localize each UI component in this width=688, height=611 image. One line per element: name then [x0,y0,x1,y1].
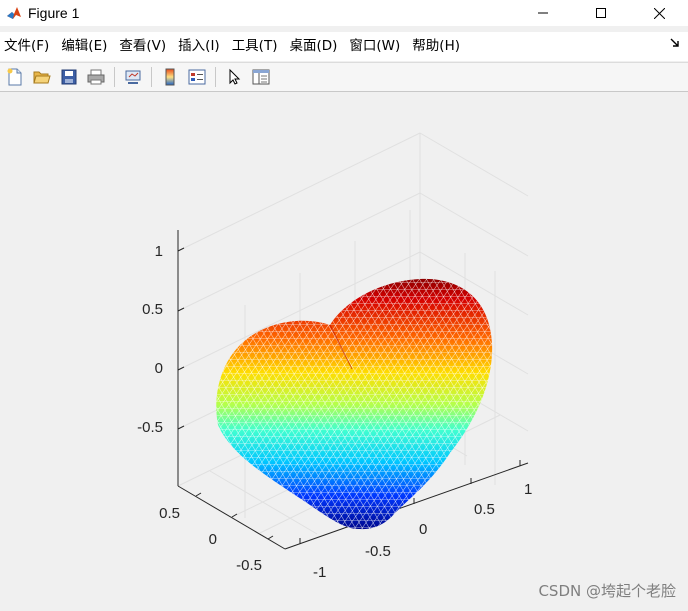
x-tick-label: -0.5 [365,543,391,560]
colorbar-icon [165,68,175,86]
menu-file[interactable]: 文件(F) [0,35,57,57]
new-figure-icon [7,68,22,86]
menu-edit[interactable]: 编辑(E) [57,35,115,57]
new-figure-button[interactable] [3,65,27,89]
link-plot-button[interactable] [121,65,145,89]
property-inspector-icon [252,69,270,85]
save-button[interactable] [57,65,81,89]
maximize-button[interactable] [572,0,630,26]
close-button[interactable] [630,0,688,26]
watermark-text: CSDN @垮起个老脸 [538,582,676,600]
close-icon [653,7,665,19]
colorbar-button[interactable] [158,65,182,89]
save-icon [61,69,77,85]
minimize-icon [538,12,548,14]
x-tick-label: 0 [419,521,427,538]
menu-help[interactable]: 帮助(H) [408,35,468,57]
pointer-icon [229,68,241,85]
axes-3d[interactable]: 1 0.5 0 -0.5 0.5 0 -0.5 1 0.5 0 -0.5 -1 [0,93,688,611]
window-title: Figure 1 [28,5,80,21]
dock-arrow-icon[interactable] [670,38,680,51]
menu-desktop[interactable]: 桌面(D) [285,35,345,57]
y-tick-label: -0.5 [236,557,262,574]
x-tick-label: 1 [524,481,532,498]
menu-view[interactable]: 查看(V) [115,35,174,57]
z-tick-label: -0.5 [137,419,163,436]
menu-bar: 文件(F) 编辑(E) 查看(V) 插入(I) 工具(T) 桌面(D) 窗口(W… [0,32,688,61]
legend-icon [188,69,206,85]
figure-canvas[interactable]: 1 0.5 0 -0.5 0.5 0 -0.5 1 0.5 0 -0.5 -1 … [0,93,688,611]
menu-insert[interactable]: 插入(I) [174,35,228,57]
title-bar: Figure 1 [0,0,688,26]
x-tick-label: 0.5 [474,501,495,518]
open-file-button[interactable] [30,65,54,89]
z-tick-label: 0.5 [142,301,163,318]
minimize-button[interactable] [514,0,572,26]
toolbar-separator [151,67,152,87]
z-tick-label: 1 [155,243,163,260]
x-tick-label: -1 [313,564,326,581]
property-inspector-button[interactable] [249,65,273,89]
print-button[interactable] [84,65,108,89]
toolbar [0,62,688,92]
open-file-icon [33,71,51,84]
maximize-icon [596,8,606,18]
toolbar-separator [215,67,216,87]
toolbar-separator [114,67,115,87]
y-tick-label: 0.5 [159,505,180,522]
pointer-button[interactable] [222,65,246,89]
print-icon [87,69,105,85]
matlab-icon [6,5,22,21]
menu-tools[interactable]: 工具(T) [228,35,286,57]
menu-window[interactable]: 窗口(W) [345,35,408,57]
y-tick-label: 0 [209,531,217,548]
link-plot-icon [125,70,141,84]
y-tick-labels: 0.5 0 -0.5 [159,505,262,574]
z-tick-labels: 1 0.5 0 -0.5 [137,243,163,436]
z-tick-label: 0 [155,360,163,377]
legend-button[interactable] [185,65,209,89]
